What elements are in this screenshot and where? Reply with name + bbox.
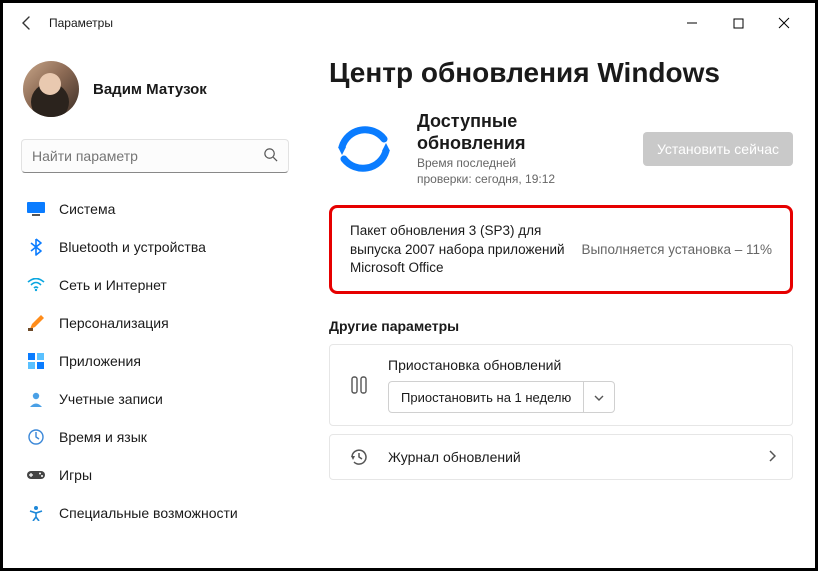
page-title: Центр обновления Windows xyxy=(329,57,793,89)
pause-duration-select[interactable]: Приостановить на 1 неделю xyxy=(388,381,615,413)
sidebar-item-label: Персонализация xyxy=(59,315,169,331)
pause-select-label: Приостановить на 1 неделю xyxy=(389,383,583,412)
sidebar-item-label: Сеть и Интернет xyxy=(59,277,167,293)
profile-block[interactable]: Вадим Матузок xyxy=(17,51,293,135)
window-title: Параметры xyxy=(49,16,113,30)
user-name: Вадим Матузок xyxy=(93,81,207,98)
sidebar-item-gaming[interactable]: Игры xyxy=(17,457,293,493)
pending-update-name: Пакет обновления 3 (SP3) для выпуска 200… xyxy=(350,222,565,277)
sidebar-item-accounts[interactable]: Учетные записи xyxy=(17,381,293,417)
avatar xyxy=(23,61,79,117)
sidebar-item-bluetooth[interactable]: Bluetooth и устройства xyxy=(17,229,293,265)
bluetooth-icon xyxy=(27,238,45,256)
person-icon xyxy=(27,390,45,408)
updates-title: Доступные обновления xyxy=(417,111,625,154)
maximize-button[interactable] xyxy=(715,7,761,39)
search-input[interactable] xyxy=(32,148,263,164)
sidebar-item-personalization[interactable]: Персонализация xyxy=(17,305,293,341)
sidebar-item-timelang[interactable]: Время и язык xyxy=(17,419,293,455)
minimize-button[interactable] xyxy=(669,7,715,39)
pause-icon xyxy=(346,375,372,395)
monitor-icon xyxy=(27,200,45,218)
sidebar-item-label: Приложения xyxy=(59,353,141,369)
other-params-label: Другие параметры xyxy=(329,318,793,334)
install-now-button[interactable]: Установить сейчас xyxy=(643,132,793,166)
sidebar-item-label: Время и язык xyxy=(59,429,147,445)
pause-card-title: Приостановка обновлений xyxy=(388,357,776,373)
sidebar-item-accessibility[interactable]: Специальные возможности xyxy=(17,495,293,531)
history-icon xyxy=(346,447,372,467)
clock-globe-icon xyxy=(27,428,45,446)
pause-updates-card[interactable]: Приостановка обновлений Приостановить на… xyxy=(329,344,793,426)
history-card-title: Журнал обновлений xyxy=(388,449,752,465)
sidebar-item-label: Система xyxy=(59,201,115,217)
close-button[interactable] xyxy=(761,7,807,39)
sidebar-item-apps[interactable]: Приложения xyxy=(17,343,293,379)
sidebar-item-label: Игры xyxy=(59,467,92,483)
apps-icon xyxy=(27,352,45,370)
update-history-card[interactable]: Журнал обновлений xyxy=(329,434,793,480)
search-icon xyxy=(263,147,278,165)
pending-update-row: Пакет обновления 3 (SP3) для выпуска 200… xyxy=(329,205,793,294)
brush-icon xyxy=(27,314,45,332)
sidebar-item-network[interactable]: Сеть и Интернет xyxy=(17,267,293,303)
accessibility-icon xyxy=(27,504,45,522)
sidebar-item-label: Учетные записи xyxy=(59,391,163,407)
pending-update-status: Выполняется установка – 11% xyxy=(581,242,772,257)
gamepad-icon xyxy=(27,466,45,484)
sidebar-item-label: Bluetooth и устройства xyxy=(59,239,206,255)
wifi-icon xyxy=(27,276,45,294)
update-sync-icon xyxy=(329,114,399,184)
chevron-right-icon xyxy=(768,449,776,465)
sidebar-item-label: Специальные возможности xyxy=(59,505,238,521)
chevron-down-icon xyxy=(583,382,614,412)
sidebar-item-system[interactable]: Система xyxy=(17,191,293,227)
updates-subtitle: Время последней проверки: сегодня, 19:12 xyxy=(417,156,625,187)
search-input-wrapper[interactable] xyxy=(21,139,289,173)
back-button[interactable] xyxy=(11,7,43,39)
